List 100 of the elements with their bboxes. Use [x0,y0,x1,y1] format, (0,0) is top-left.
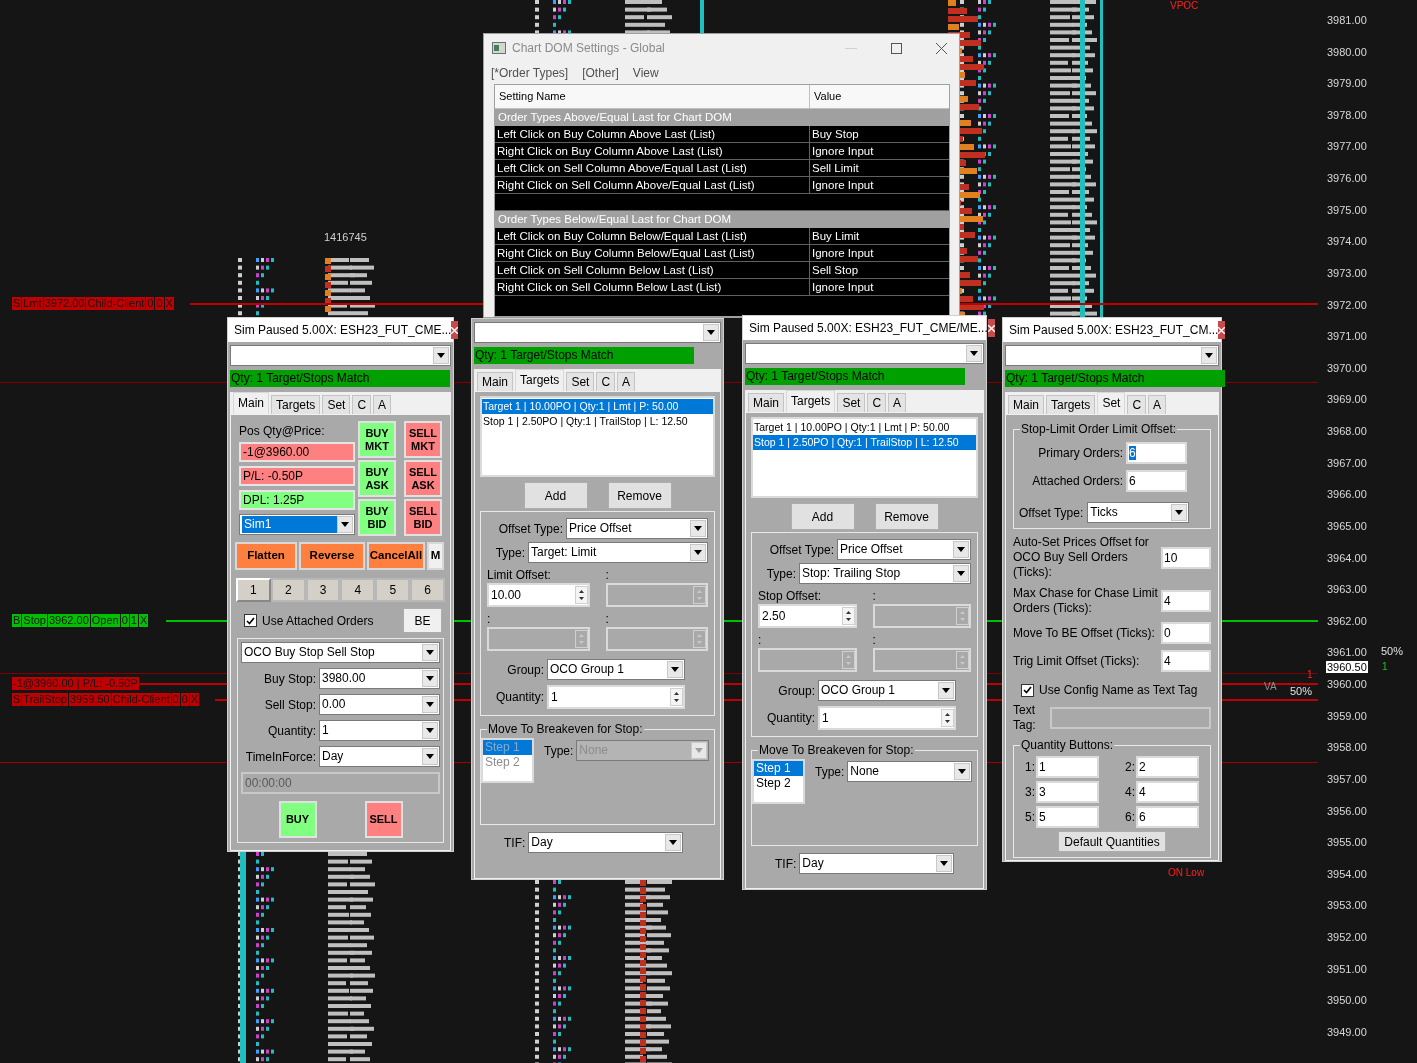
order-label[interactable]: Open [90,614,120,627]
close-button[interactable] [1218,321,1226,339]
input-field[interactable]: 10 [1161,546,1211,569]
maximize-icon[interactable] [891,42,902,54]
quantity-button[interactable]: 4 [340,578,376,602]
tab[interactable]: Main [477,372,513,391]
menu-item[interactable]: [Other] [582,64,619,82]
list-item[interactable]: Step 1 [754,761,803,776]
tab[interactable]: Main [1008,395,1044,414]
order-label[interactable]: 1 [129,614,138,627]
list-item[interactable]: Stop 1 | 2.50PO | Qty:1 | TrailStop | L: 12.50 [753,435,976,450]
input-field[interactable]: 1 [1036,756,1099,778]
tab[interactable]: Set [322,395,351,414]
input-field[interactable]: 6 [1136,806,1199,828]
table-cell[interactable]: Buy Stop [810,126,949,142]
close-icon[interactable] [936,42,947,54]
order-button[interactable]: SELL MKT [404,421,442,458]
input-field[interactable]: 6 [1126,470,1187,492]
tab[interactable]: Targets [1046,395,1096,414]
action-button[interactable]: M [427,542,444,570]
button[interactable]: Remove [607,482,672,509]
tab[interactable]: C [596,372,616,391]
spinner-icon[interactable] [841,607,855,625]
action-button[interactable]: CancelAll [367,542,425,570]
table-cell[interactable]: Ignore Input [810,279,949,295]
action-button[interactable]: Reverse [299,542,365,570]
tab[interactable]: Set [1097,392,1126,414]
dropdown[interactable]: OCO Group 1 [547,659,685,680]
input-field[interactable]: 4 [1161,650,1211,672]
order-button[interactable]: BUY BID [358,499,396,536]
list-item[interactable]: Step 2 [754,776,803,791]
dropdown[interactable]: Day [528,832,684,853]
tab[interactable]: Targets [786,390,836,412]
button[interactable]: BE [403,608,442,633]
input-field[interactable]: 4 [1136,781,1199,803]
dropdown[interactable]: Price Offset [837,539,971,560]
spinner-icon[interactable] [941,709,954,727]
checkbox[interactable]: Use Attached Orders [244,611,374,630]
tab[interactable]: Set [566,372,595,391]
input-field[interactable]: 4 [1161,590,1211,612]
menu-item[interactable]: [*Order Types] [491,64,569,82]
input-field[interactable]: 6 [1126,442,1187,464]
order-label[interactable]: Stop [22,614,47,627]
list-item[interactable]: Target 1 | 10.00PO | Qty:1 | Lmt | P: 50.00 [482,399,713,414]
order-button[interactable]: SELL ASK [404,460,442,497]
dropdown[interactable] [745,343,984,364]
table-cell[interactable]: Ignore Input [810,245,949,261]
order-label[interactable]: X [138,614,149,627]
order-button[interactable]: BUY MKT [358,421,396,458]
sell-button[interactable]: SELL [364,801,403,838]
dropdown[interactable]: Day [799,853,955,874]
tab[interactable]: A [1148,395,1167,414]
button[interactable]: Default Quantities [1058,831,1166,852]
dropdown[interactable] [230,345,451,366]
dropdown[interactable]: Target: Limit [528,542,708,563]
tab[interactable]: A [373,395,392,414]
order-button[interactable]: SELL BID [404,499,442,536]
dropdown[interactable]: 0.00 [319,694,440,715]
spin-field[interactable]: 1 [818,706,956,730]
dropdown[interactable]: 3980.00 [319,668,440,689]
quantity-button[interactable]: 1 [236,578,271,602]
input-field[interactable]: 0 [1161,622,1211,644]
button[interactable]: Add [790,503,855,530]
dropdown[interactable]: Price Offset [566,518,708,539]
tab[interactable]: A [888,393,907,412]
order-label[interactable]: 0 [120,614,129,627]
dropdown[interactable]: Stop: Trailing Stop [799,563,971,584]
dropdown[interactable]: None [847,761,972,782]
tab[interactable]: Targets [271,395,321,414]
order-label[interactable]: B [12,614,22,627]
spin-field[interactable]: 1 [547,685,685,709]
list-item[interactable]: Stop 1 | 2.50PO | Qty:1 | TrailStop | L: 12.50 [482,414,713,429]
dropdown[interactable] [1005,345,1219,366]
quantity-button[interactable]: 2 [270,578,306,602]
quantity-button[interactable]: 5 [375,578,411,602]
dropdown[interactable]: OCO Group 1 [818,680,956,701]
input-field[interactable]: 3 [1036,781,1099,803]
table-cell[interactable]: Ignore Input [810,143,949,159]
table-cell[interactable]: Ignore Input [810,177,949,193]
tab[interactable]: Targets [515,369,565,391]
tab[interactable]: C [352,395,372,414]
table-cell[interactable]: Buy Limit [810,228,949,244]
dropdown[interactable] [474,322,721,343]
quantity-button[interactable]: 6 [410,578,445,602]
dropdown[interactable]: Day [319,746,440,767]
dropdown[interactable]: Ticks [1087,502,1190,523]
column-header[interactable]: Setting Name [495,85,810,108]
spinner-icon[interactable] [670,688,683,706]
button[interactable]: Remove [874,503,939,530]
action-button[interactable]: Flatten [235,542,297,570]
buy-button[interactable]: BUY [278,801,317,838]
spin-field[interactable]: 2.50 [758,604,857,628]
spinner-icon[interactable] [574,586,588,604]
button[interactable]: Add [523,482,588,509]
menu-item[interactable]: View [632,64,659,82]
tab[interactable]: Main [233,392,269,414]
table-cell[interactable]: Sell Stop [810,262,949,278]
tab[interactable]: C [1127,395,1147,414]
tab[interactable]: Main [748,393,784,412]
checkbox[interactable]: Use Config Name as Text Tag [1021,681,1211,699]
